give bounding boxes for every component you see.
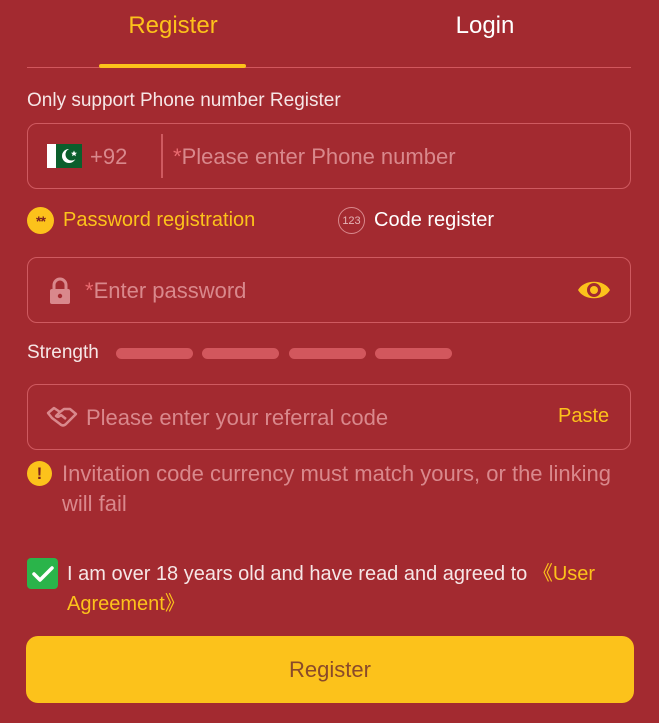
option-code-register[interactable]: 123 Code register — [338, 207, 494, 234]
referral-input[interactable]: Please enter your referral code — [86, 405, 388, 431]
tab-login[interactable]: Login — [412, 12, 558, 40]
agreement-checkbox[interactable] — [27, 558, 58, 589]
lock-icon — [50, 277, 70, 304]
eye-icon[interactable] — [576, 276, 612, 304]
code-option-icon: 123 — [338, 207, 365, 234]
field-divider — [161, 134, 163, 178]
strength-bar — [375, 348, 452, 359]
required-mark: * — [85, 278, 94, 303]
code-option-label: Code register — [374, 209, 495, 231]
agreement-text: I am over 18 years old and have read and… — [67, 559, 642, 619]
strength-label: Strength — [27, 342, 99, 363]
password-input[interactable]: *Enter password — [85, 278, 246, 304]
password-option-label: Password registration — [63, 209, 256, 231]
password-option-icon: ** — [27, 207, 54, 234]
register-button[interactable]: Register — [26, 636, 634, 703]
auth-tabs: Register Login — [27, 0, 631, 68]
country-code[interactable]: +92 — [90, 144, 127, 170]
strength-bar — [289, 348, 366, 359]
agreement-statement: I am over 18 years old and have read and… — [67, 563, 533, 585]
phone-placeholder: Please enter Phone number — [181, 144, 456, 169]
warning-icon: ! — [27, 461, 52, 486]
tab-register[interactable]: Register — [100, 12, 246, 40]
checkmark-icon — [31, 565, 54, 582]
option-password-registration[interactable]: ** Password registration — [27, 207, 255, 234]
required-mark: * — [173, 144, 182, 169]
pakistan-flag-icon[interactable] — [47, 144, 82, 168]
register-note: Only support Phone number Register — [27, 90, 341, 111]
handshake-icon — [46, 406, 78, 427]
password-field[interactable]: *Enter password — [27, 257, 631, 323]
paste-button[interactable]: Paste — [558, 405, 609, 428]
strength-bar — [116, 348, 193, 359]
active-tab-indicator — [99, 64, 246, 68]
warning-text: Invitation code currency must match your… — [62, 461, 612, 516]
phone-field[interactable]: +92 *Please enter Phone number — [27, 123, 631, 189]
referral-field[interactable]: Please enter your referral code Paste — [27, 384, 631, 450]
phone-input[interactable]: *Please enter Phone number — [173, 144, 456, 170]
strength-bar — [202, 348, 279, 359]
password-placeholder: Enter password — [93, 278, 247, 303]
